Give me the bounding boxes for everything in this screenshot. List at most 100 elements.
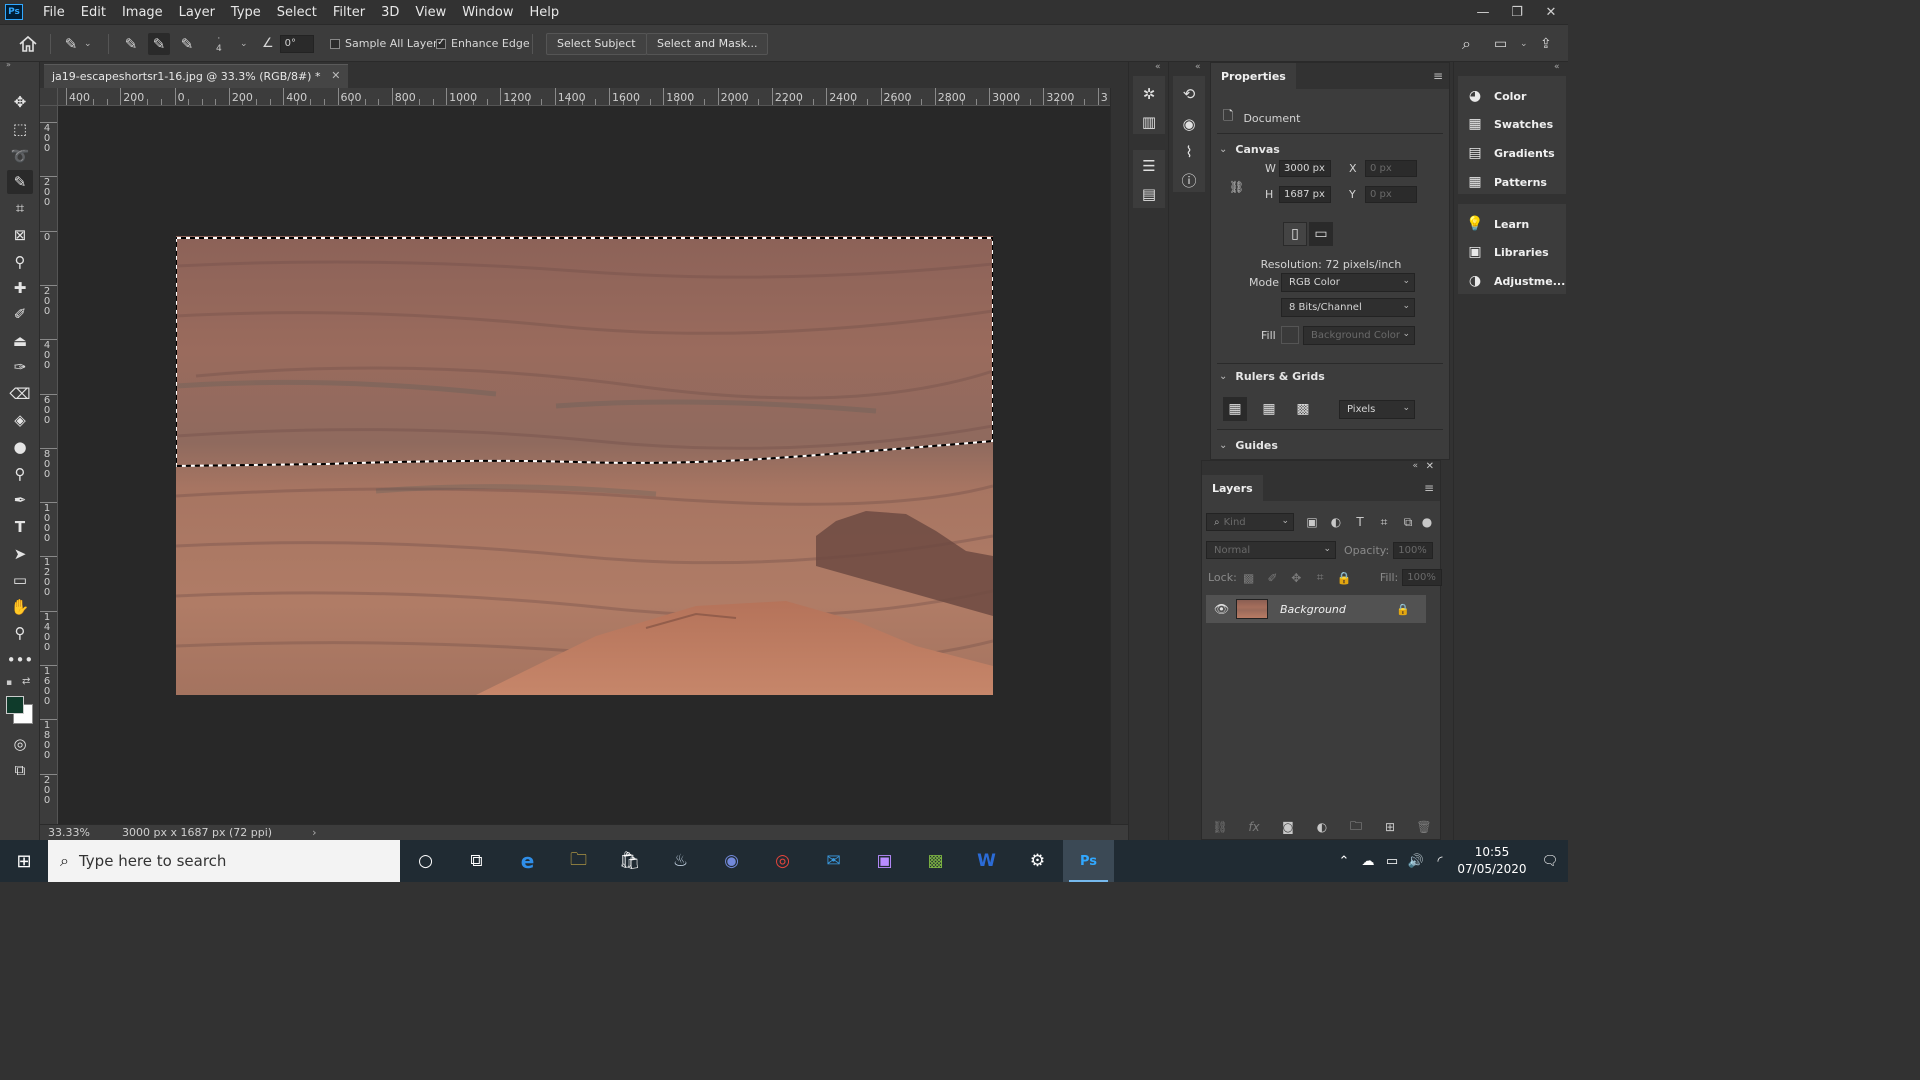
x-field[interactable]: 0 px (1365, 159, 1417, 177)
pen-tool-icon[interactable]: ✒ (7, 488, 33, 512)
move-tool-icon[interactable]: ✥ (7, 90, 33, 114)
volume-icon[interactable]: 🔊 (1404, 854, 1428, 869)
notifications-icon[interactable]: 🗨 (1532, 854, 1568, 869)
menu-view[interactable]: View (407, 0, 454, 24)
angle-input[interactable]: 0° (279, 34, 314, 53)
libraries-panel-button[interactable]: ▣ Libraries (1458, 238, 1566, 266)
blend-mode-dropdown[interactable]: Normal ⌄ (1206, 541, 1336, 559)
history-brush-tool-icon[interactable]: ✑ (7, 355, 33, 379)
landscape-orientation-button[interactable]: ▭ (1309, 222, 1333, 246)
chevron-down-icon[interactable]: ⌄ (1520, 25, 1528, 62)
close-icon[interactable]: ✕ (1426, 461, 1434, 472)
brush-tool-icon[interactable]: ✐ (7, 302, 33, 326)
ruler-origin[interactable] (40, 88, 58, 106)
filter-pixel-icon[interactable]: ▣ (1300, 515, 1324, 529)
sample-all-layers-checkbox[interactable] (330, 38, 340, 49)
canvas-area[interactable] (58, 106, 1110, 824)
color-panel-button[interactable]: ◕ Color (1458, 82, 1566, 110)
path-selection-tool-icon[interactable]: ➤ (7, 542, 33, 566)
width-field[interactable]: 3000 px (1279, 159, 1331, 177)
zoom-level[interactable]: 33.33% (40, 826, 110, 839)
screen-mode-icon[interactable]: ⧉ (7, 758, 33, 782)
chrome-icon[interactable]: ◎ (757, 840, 808, 882)
dodge-tool-icon[interactable]: ⚲ (7, 462, 33, 486)
settings-gear-icon[interactable]: ⚙ (1012, 840, 1063, 882)
gradients-panel-button[interactable]: ▤ Gradients (1458, 139, 1566, 167)
battery-icon[interactable]: ▭ (1380, 854, 1404, 869)
menu-3d[interactable]: 3D (373, 0, 407, 24)
quick-selection-tool-icon[interactable]: ✎ (7, 170, 33, 194)
close-icon[interactable]: ✕ (331, 69, 340, 82)
horizontal-ruler[interactable]: 400 200 0 200 400 600 800 1000 1200 1400 1600 1800 2… (58, 88, 1110, 106)
select-and-mask-button[interactable]: Select and Mask... (646, 32, 769, 55)
enhance-edge-option[interactable]: Enhance Edge (436, 25, 530, 62)
adjustments-panel-button[interactable]: ◑ Adjustme... (1458, 267, 1566, 295)
pixel-grid-icon[interactable]: ▩ (1291, 397, 1315, 421)
fill-field[interactable]: 100% (1402, 569, 1442, 586)
type-tool-icon[interactable]: T (7, 515, 33, 539)
layer-lock-icon[interactable]: 🔒 (1396, 603, 1410, 616)
vertical-scrollbar[interactable] (1110, 88, 1128, 824)
document-image[interactable] (176, 236, 993, 695)
default-colors-icon[interactable]: ▪ (6, 678, 12, 688)
filter-adjustment-icon[interactable]: ◐ (1324, 515, 1348, 529)
brush-size-picker[interactable]: · 4 (216, 25, 222, 62)
task-view-icon[interactable]: ⧉ (451, 840, 502, 882)
mode-dropdown[interactable]: RGB Color ⌄ (1281, 272, 1415, 292)
panel-menu-icon[interactable]: ≡ (1424, 481, 1434, 495)
file-explorer-icon[interactable]: 🗀 (553, 840, 604, 882)
marquee-tool-icon[interactable]: ⬚ (7, 117, 33, 141)
document-tab[interactable]: ja19-escapeshortsr1-16.jpg @ 33.3% (RGB/… (44, 64, 349, 88)
swap-colors-icon[interactable]: ⇄ (22, 676, 30, 687)
paragraph-icon[interactable]: ▤ (1137, 182, 1161, 206)
frame-tool-icon[interactable]: ⊠ (7, 223, 33, 247)
layer-filter-kind[interactable]: ⌕ Kind ⌄ (1206, 513, 1294, 531)
layer-style-icon[interactable]: fx (1242, 820, 1266, 834)
wifi-icon[interactable]: ◜ (1428, 854, 1452, 869)
height-field[interactable]: 1687 px (1279, 185, 1331, 203)
fill-swatch[interactable] (1281, 326, 1299, 344)
quick-mask-icon[interactable]: ◎ (7, 732, 33, 756)
zoom-tool-icon[interactable]: ⚲ (7, 621, 33, 645)
fill-dropdown[interactable]: Background Color ⌄ (1303, 325, 1415, 345)
add-to-selection-button[interactable]: ✎ (148, 25, 170, 62)
collapse-icon[interactable]: « (1195, 62, 1201, 72)
close-button[interactable]: ✕ (1534, 0, 1568, 24)
properties-tab[interactable]: Properties (1211, 63, 1296, 89)
tool-preset-picker[interactable]: ✎ ⌄ (60, 25, 92, 62)
subtract-from-selection-button[interactable]: ✎ (176, 25, 198, 62)
lock-position-icon[interactable]: ✥ (1284, 571, 1308, 585)
filter-toggle-icon[interactable]: ● (1420, 515, 1434, 529)
opacity-field[interactable]: 100% (1393, 541, 1434, 559)
word-icon[interactable]: W (961, 840, 1012, 882)
canvas-section-toggle[interactable]: ⌄ Canvas (1211, 143, 1451, 156)
mail-icon[interactable]: ✉ (808, 840, 859, 882)
eraser-tool-icon[interactable]: ⌫ (7, 382, 33, 406)
link-layers-icon[interactable]: ⛓ (1208, 820, 1232, 834)
menu-layer[interactable]: Layer (171, 0, 223, 24)
minecraft-icon[interactable]: ▩ (910, 840, 961, 882)
steam-icon[interactable]: ♨ (655, 840, 706, 882)
info-icon[interactable]: ⓘ (1177, 168, 1201, 192)
link-icon[interactable]: ⛓ (1229, 180, 1244, 194)
sample-all-layers-option[interactable]: Sample All Layers (330, 25, 443, 62)
chevron-up-icon[interactable]: ⌃ (1332, 854, 1356, 869)
home-icon[interactable] (18, 25, 38, 62)
menu-help[interactable]: Help (522, 0, 568, 24)
blur-tool-icon[interactable]: ● (7, 435, 33, 459)
adjustment-layer-icon[interactable]: ◐ (1310, 820, 1334, 834)
lock-all-icon[interactable]: 🔒 (1332, 571, 1356, 585)
collapse-icon[interactable]: « (1412, 461, 1418, 471)
add-mask-icon[interactable]: ◙ (1276, 820, 1300, 834)
brush-settings-icon[interactable]: ✲ (1137, 82, 1161, 106)
guides-section-toggle[interactable]: ⌄ Guides (1211, 439, 1451, 452)
paths-icon[interactable]: ⌇ (1177, 140, 1201, 164)
bit-depth-dropdown[interactable]: 8 Bits/Channel ⌄ (1281, 297, 1415, 317)
layers-tab[interactable]: Layers (1202, 475, 1263, 501)
collapse-icon[interactable]: » (6, 60, 11, 69)
clock[interactable]: 10:55 07/05/2020 (1452, 844, 1532, 878)
ruler-units-dropdown[interactable]: Pixels ⌄ (1339, 400, 1415, 419)
search-icon[interactable]: ⌕ (1462, 25, 1471, 62)
hand-tool-icon[interactable]: ✋ (7, 595, 33, 619)
status-menu-arrow-icon[interactable]: › (312, 826, 316, 839)
